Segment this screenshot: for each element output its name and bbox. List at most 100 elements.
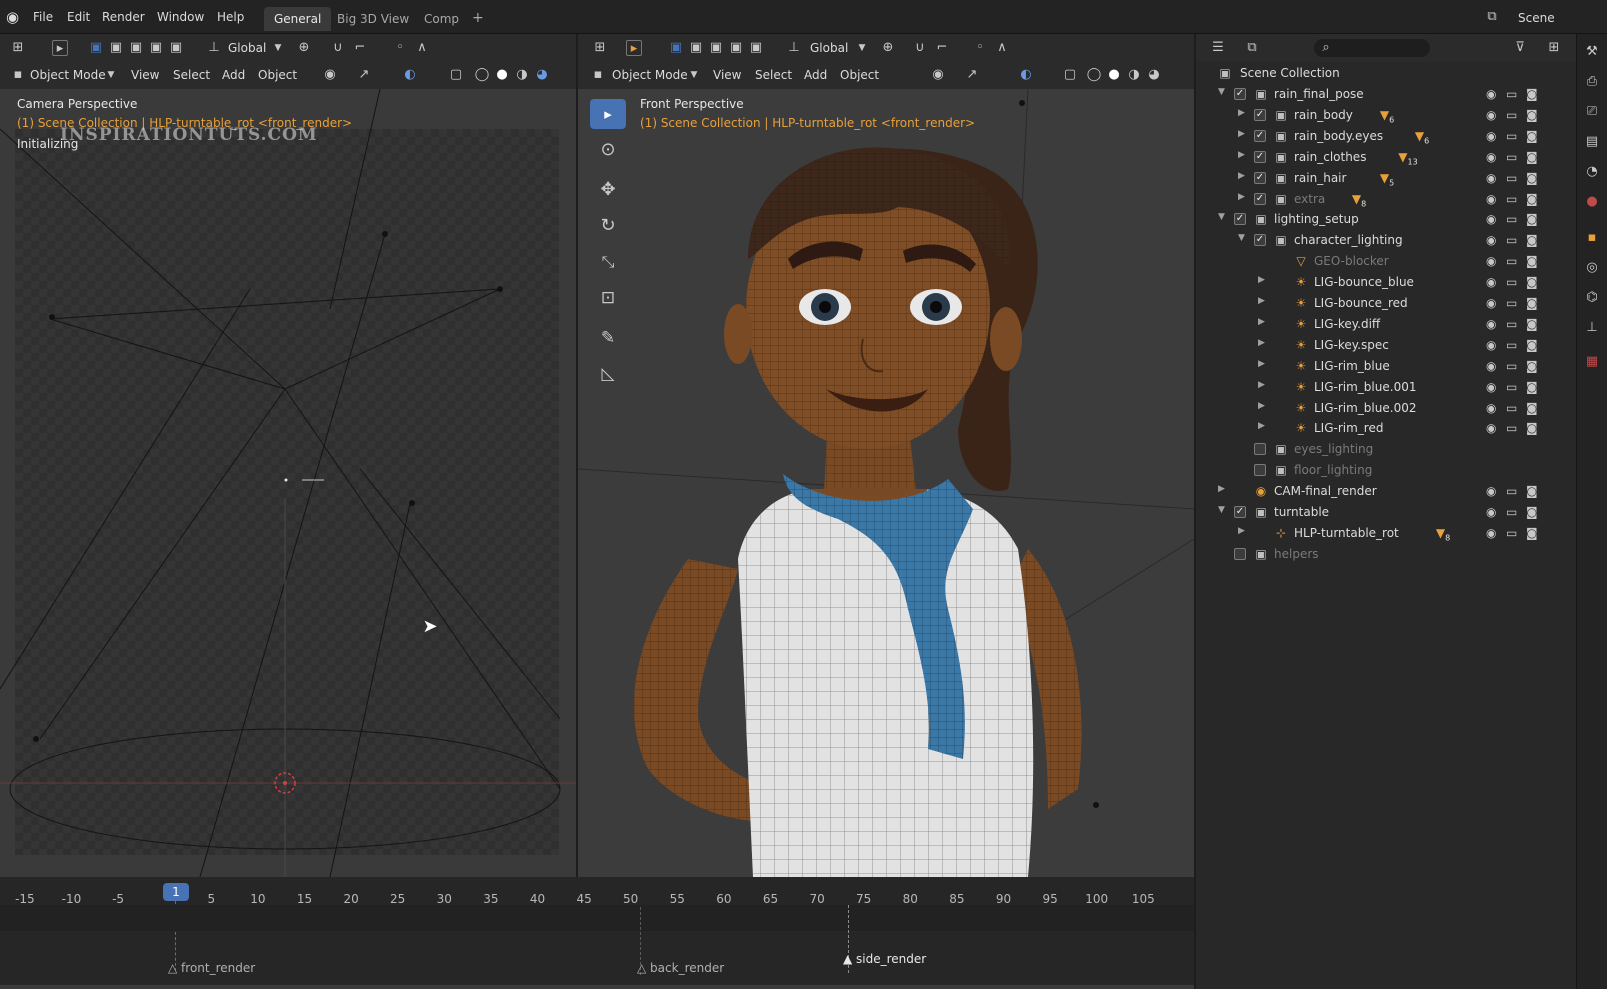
texture-properties-icon[interactable]: ▦ xyxy=(1584,354,1600,370)
camera-viewport[interactable]: Camera Perspective (1) Scene Collection … xyxy=(0,89,576,877)
viewport-display-icon[interactable]: ▭ xyxy=(1506,108,1517,122)
transform-orientation-icon[interactable]: ⊥ xyxy=(206,40,222,56)
blender-logo-icon[interactable]: ◉ xyxy=(6,8,19,26)
expand-closed-icon[interactable]: ▶ xyxy=(1258,296,1268,306)
select-mode-invert-icon[interactable]: ▣ xyxy=(728,40,744,56)
chevron-down-icon[interactable]: ▼ xyxy=(270,40,286,56)
eye-icon[interactable]: ◉ xyxy=(1486,150,1496,164)
rotate-tool-icon[interactable]: ↻ xyxy=(590,211,626,241)
viewport-display-icon[interactable]: ▭ xyxy=(1506,401,1517,415)
wireframe-shading-icon[interactable]: ◯ xyxy=(1086,67,1102,83)
eye-icon[interactable]: ◉ xyxy=(1486,192,1496,206)
modifier-badge-icon[interactable]: ▼6 xyxy=(1375,108,1399,124)
menu-add[interactable]: Add xyxy=(804,68,827,82)
display-mode-icon[interactable]: ⧉ xyxy=(1244,40,1260,56)
exclude-checkbox[interactable]: ✓ xyxy=(1234,88,1246,100)
transform-tool-icon[interactable]: ⊡ xyxy=(590,283,626,313)
modifier-badge-icon[interactable]: ▼5 xyxy=(1375,171,1399,187)
outliner-row-collection-extra[interactable]: ▶ ✓ ▣ extra ▼8 ◉ ▭ ◙ xyxy=(1196,189,1576,210)
render-icon[interactable]: ◙ xyxy=(1526,505,1538,519)
eye-icon[interactable]: ◉ xyxy=(1486,380,1496,394)
snap-icon[interactable]: ∪ xyxy=(330,40,346,56)
xray-icon[interactable]: ▢ xyxy=(448,67,464,83)
menu-file[interactable]: File xyxy=(33,10,53,24)
outliner-row-collection-rain-hair[interactable]: ▶ ✓ ▣ rain_hair ▼5 ◉ ▭ ◙ xyxy=(1196,168,1576,189)
editor-type-icon[interactable]: ☰ xyxy=(1210,40,1226,56)
exclude-checkbox[interactable]: ✓ xyxy=(1254,129,1266,142)
outliner-row-collection-turntable[interactable]: ▼ ✓ ▣ turntable ◉ ▭ ◙ xyxy=(1196,502,1576,523)
gizmo-icon[interactable]: ↗ xyxy=(356,67,372,83)
render-icon[interactable]: ◙ xyxy=(1526,359,1538,373)
snap-target-icon[interactable]: ⌐ xyxy=(934,40,950,56)
editor-type-icon[interactable]: ⊞ xyxy=(10,40,26,56)
falloff-icon[interactable]: ∧ xyxy=(994,40,1010,56)
eye-icon[interactable]: ◉ xyxy=(1486,526,1496,540)
annotate-tool-icon[interactable]: ✎ xyxy=(590,323,626,353)
outliner-row-object-lig-key-spec[interactable]: ▶ ☀ LIG-key.spec ◉ ▭ ◙ xyxy=(1196,335,1576,356)
render-icon[interactable]: ◙ xyxy=(1526,87,1538,101)
viewport-display-icon[interactable]: ▭ xyxy=(1506,129,1517,143)
keyframe-track[interactable] xyxy=(0,905,1194,931)
outliner-row-object-lig-rim-blue-001[interactable]: ▶ ☀ LIG-rim_blue.001 ◉ ▭ ◙ xyxy=(1196,377,1576,398)
eye-icon[interactable]: ◉ xyxy=(1486,505,1496,519)
render-icon[interactable]: ◙ xyxy=(1526,129,1538,143)
eye-icon[interactable]: ◉ xyxy=(1486,338,1496,352)
snap-icon[interactable]: ∪ xyxy=(912,40,928,56)
pivot-point-icon[interactable]: ⊕ xyxy=(296,40,312,56)
expand-closed-icon[interactable]: ▶ xyxy=(1238,526,1248,536)
expand-closed-icon[interactable]: ▶ xyxy=(1258,275,1268,285)
viewport-display-icon[interactable]: ▭ xyxy=(1506,526,1517,540)
render-icon[interactable]: ◙ xyxy=(1526,275,1538,289)
expand-closed-icon[interactable]: ▶ xyxy=(1218,484,1228,494)
render-icon[interactable]: ◙ xyxy=(1526,296,1538,310)
scene-properties-icon[interactable]: ◔ xyxy=(1584,164,1600,180)
viewport-display-icon[interactable]: ▭ xyxy=(1506,484,1517,498)
menu-help[interactable]: Help xyxy=(217,10,244,24)
outliner-row-object-geo-blocker[interactable]: ▽ GEO-blocker ◉ ▭ ◙ xyxy=(1196,251,1576,272)
modifier-badge-icon[interactable]: ▼8 xyxy=(1347,192,1371,208)
viewport-display-icon[interactable]: ▭ xyxy=(1506,296,1517,310)
viewport-display-icon[interactable]: ▭ xyxy=(1506,254,1517,268)
overlays-icon[interactable]: ◐ xyxy=(402,67,418,83)
chevron-down-icon[interactable]: ▼ xyxy=(854,40,870,56)
eye-icon[interactable]: ◉ xyxy=(1486,108,1496,122)
viewport-display-icon[interactable]: ▭ xyxy=(1506,87,1517,101)
select-mode-intersect-icon[interactable]: ▣ xyxy=(748,40,764,56)
eye-icon[interactable]: ◉ xyxy=(1486,275,1496,289)
outliner-row-object-lig-key-diff[interactable]: ▶ ☀ LIG-key.diff ◉ ▭ ◙ xyxy=(1196,314,1576,335)
outliner-row-object-cam-final-render[interactable]: ▶ ◉ CAM-final_render ◉ ▭ ◙ xyxy=(1196,481,1576,502)
object-properties-icon[interactable]: ▪ xyxy=(1584,230,1600,246)
render-icon[interactable]: ◙ xyxy=(1526,401,1538,415)
select-mode-subtract-icon[interactable]: ▣ xyxy=(128,40,144,56)
outliner-row-object-hlp-turntable-rot[interactable]: ▶ ⊹ HLP-turntable_rot ▼8 ◉ ▭ ◙ xyxy=(1196,523,1576,544)
pivot-point-icon[interactable]: ⊕ xyxy=(880,40,896,56)
render-icon[interactable]: ◙ xyxy=(1526,212,1538,226)
editor-type-icon[interactable]: ⊞ xyxy=(592,40,608,56)
viewport-display-icon[interactable]: ▭ xyxy=(1506,233,1517,247)
expand-closed-icon[interactable]: ▶ xyxy=(1258,317,1268,327)
outliner-row-collection-character-lighting[interactable]: ▼ ✓ ▣ character_lighting ◉ ▭ ◙ xyxy=(1196,230,1576,251)
outliner-row-object-lig-rim-blue-002[interactable]: ▶ ☀ LIG-rim_blue.002 ◉ ▭ ◙ xyxy=(1196,398,1576,419)
new-collection-icon[interactable]: ⊞ xyxy=(1546,40,1562,56)
select-mode-extend-icon[interactable]: ▣ xyxy=(688,40,704,56)
outliner-row-collection-floor-lighting[interactable]: ▣ floor_lighting xyxy=(1196,460,1576,481)
xray-icon[interactable]: ▢ xyxy=(1062,67,1078,83)
select-mode-extend-icon[interactable]: ▣ xyxy=(108,40,124,56)
material-shading-icon[interactable]: ◑ xyxy=(514,67,530,83)
eye-icon[interactable]: ◉ xyxy=(1486,317,1496,331)
outliner-row-collection-rain-body-eyes[interactable]: ▶ ✓ ▣ rain_body.eyes ▼6 ◉ ▭ ◙ xyxy=(1196,126,1576,147)
outliner-row-collection-rain-clothes[interactable]: ▶ ✓ ▣ rain_clothes ▼13 ◉ ▭ ◙ xyxy=(1196,147,1576,168)
exclude-checkbox[interactable]: ✓ xyxy=(1254,234,1266,247)
expand-closed-icon[interactable]: ▶ xyxy=(1258,359,1268,369)
render-icon[interactable]: ◙ xyxy=(1526,380,1538,394)
exclude-checkbox[interactable]: ✓ xyxy=(1254,171,1266,184)
scene-selector-icon[interactable]: ⧉ xyxy=(1484,9,1500,25)
snap-target-icon[interactable]: ⌐ xyxy=(352,40,368,56)
expand-open-icon[interactable]: ▼ xyxy=(1218,87,1228,97)
world-properties-icon[interactable]: ● xyxy=(1584,194,1600,210)
outliner-row-object-lig-rim-red[interactable]: ▶ ☀ LIG-rim_red ◉ ▭ ◙ xyxy=(1196,418,1576,439)
render-icon[interactable]: ◙ xyxy=(1526,484,1538,498)
viewport-display-icon[interactable]: ▭ xyxy=(1506,317,1517,331)
marker-front-render[interactable]: △ front_render xyxy=(168,961,255,975)
exclude-checkbox[interactable]: ✓ xyxy=(1254,192,1266,205)
